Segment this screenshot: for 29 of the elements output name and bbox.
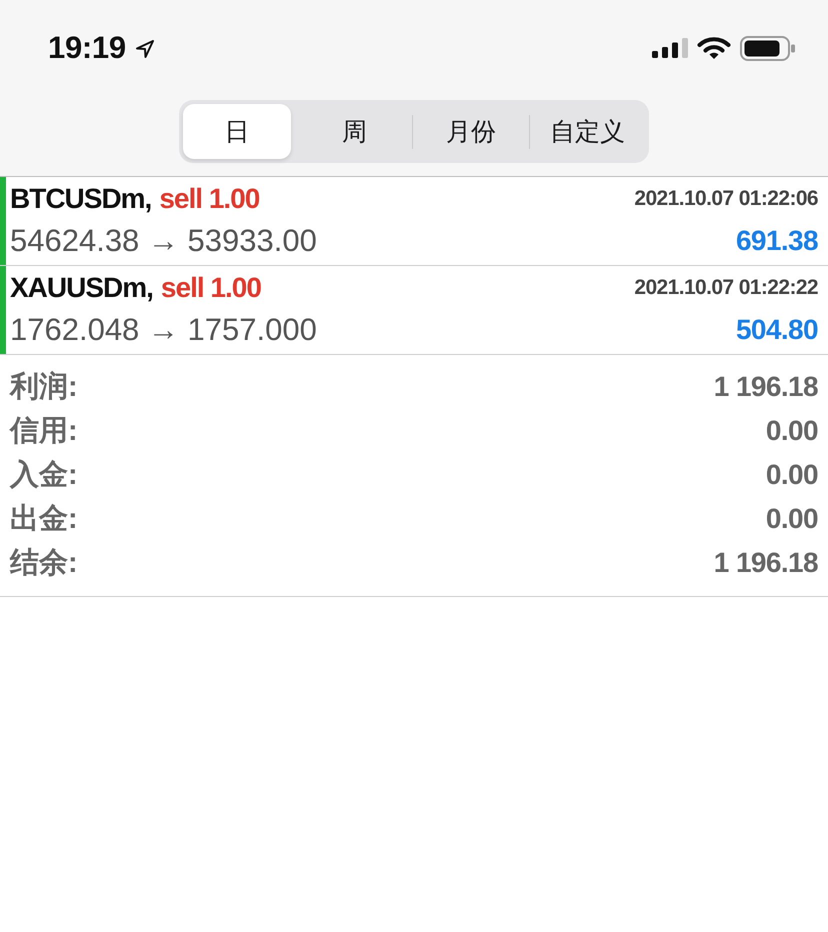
symbol-label: BTCUSDm,: [10, 183, 152, 215]
trade-side-label: sell 1.00: [160, 272, 261, 304]
period-tab[interactable]: 日: [183, 104, 291, 159]
profit-value: 504.80: [736, 314, 818, 346]
wifi-icon: [697, 36, 731, 60]
close-time: 2021.10.07 01:22:06: [634, 187, 818, 211]
summary-value: 1 196.18: [714, 371, 818, 403]
status-time: 19:19: [48, 30, 126, 66]
summary-value: 1 196.18: [714, 547, 818, 579]
summary-label: 出金:: [10, 502, 78, 537]
summary-value: 0.00: [766, 503, 818, 535]
close-time: 2021.10.07 01:22:22: [634, 276, 818, 300]
price-range: 54624.38 → 53933.00: [10, 223, 317, 259]
summary-label: 入金:: [10, 458, 78, 493]
summary-label: 信用:: [10, 414, 78, 449]
period-tab[interactable]: 周: [297, 104, 412, 159]
period-tab[interactable]: 月份: [413, 104, 529, 159]
trade-side-label: sell 1.00: [159, 183, 260, 215]
signal-icon: [652, 38, 688, 58]
symbol-label: XAUUSDm,: [10, 272, 153, 304]
period-tab[interactable]: 自定义: [530, 104, 645, 159]
profit-value: 691.38: [736, 225, 818, 257]
summary-value: 0.00: [766, 415, 818, 447]
price-range: 1762.048 → 1757.000: [10, 312, 317, 348]
summary-label: 结余:: [10, 546, 78, 581]
summary-value: 0.00: [766, 459, 818, 491]
battery-icon: [740, 36, 795, 60]
location-arrow-icon: [134, 39, 155, 59]
summary-label: 利润:: [10, 370, 78, 405]
